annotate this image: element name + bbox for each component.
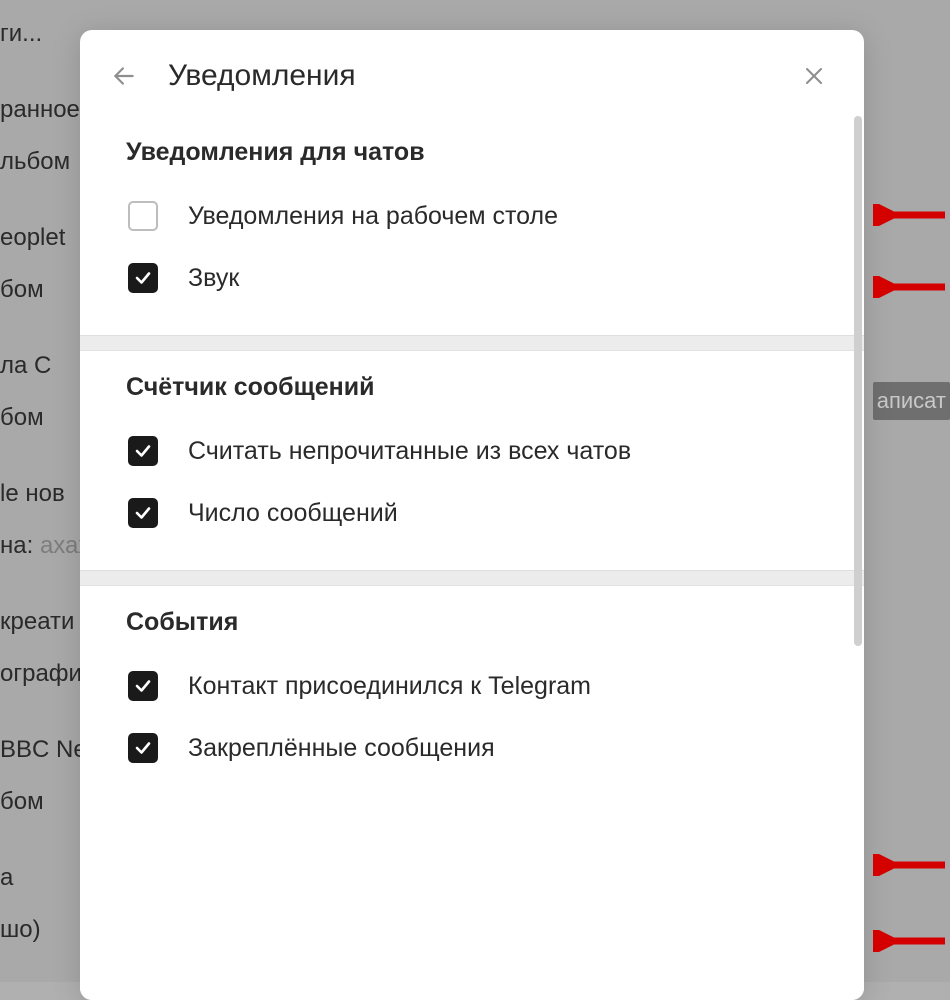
- bg-right-label: аписат: [873, 382, 950, 420]
- option-pinned-messages[interactable]: Закреплённые сообщения: [80, 717, 864, 779]
- checkbox-checked[interactable]: [128, 671, 158, 701]
- checkbox-checked[interactable]: [128, 436, 158, 466]
- section-title: Уведомления для чатов: [80, 126, 864, 185]
- section-chat-notifications: Уведомления для чатов Уведомления на раб…: [80, 116, 864, 335]
- section-title: События: [80, 596, 864, 655]
- section-message-counter: Счётчик сообщений Считать непрочитанные …: [80, 351, 864, 570]
- option-count-unread[interactable]: Считать непрочитанные из всех чатов: [80, 420, 864, 482]
- modal-body[interactable]: Уведомления для чатов Уведомления на раб…: [80, 116, 864, 1000]
- option-desktop-notifications[interactable]: Уведомления на рабочем столе: [80, 185, 864, 247]
- modal-title: Уведомления: [168, 59, 796, 93]
- checkbox-checked[interactable]: [128, 263, 158, 293]
- option-sound[interactable]: Звук: [80, 247, 864, 309]
- section-divider: [80, 335, 864, 351]
- option-contact-joined[interactable]: Контакт присоединился к Telegram: [80, 655, 864, 717]
- option-label: Число сообщений: [188, 499, 398, 528]
- notifications-settings-modal: Уведомления Уведомления для чатов Уведом…: [80, 30, 864, 1000]
- option-label: Уведомления на рабочем столе: [188, 202, 558, 231]
- check-icon: [134, 504, 152, 522]
- option-label: Звук: [188, 264, 239, 293]
- checkbox-checked[interactable]: [128, 498, 158, 528]
- check-icon: [134, 442, 152, 460]
- checkbox-checked[interactable]: [128, 733, 158, 763]
- scrollbar[interactable]: [854, 116, 862, 646]
- section-title: Счётчик сообщений: [80, 361, 864, 420]
- checkbox-unchecked[interactable]: [128, 201, 158, 231]
- check-icon: [134, 269, 152, 287]
- option-message-count[interactable]: Число сообщений: [80, 482, 864, 544]
- close-icon: [802, 64, 826, 88]
- option-label: Контакт присоединился к Telegram: [188, 672, 591, 701]
- modal-header: Уведомления: [80, 30, 864, 116]
- section-divider: [80, 570, 864, 586]
- section-events: События Контакт присоединился к Telegram…: [80, 586, 864, 805]
- check-icon: [134, 677, 152, 695]
- check-icon: [134, 739, 152, 757]
- option-label: Считать непрочитанные из всех чатов: [188, 437, 631, 466]
- arrow-left-icon: [111, 63, 137, 89]
- option-label: Закреплённые сообщения: [188, 734, 495, 763]
- close-button[interactable]: [796, 58, 832, 94]
- back-button[interactable]: [106, 58, 142, 94]
